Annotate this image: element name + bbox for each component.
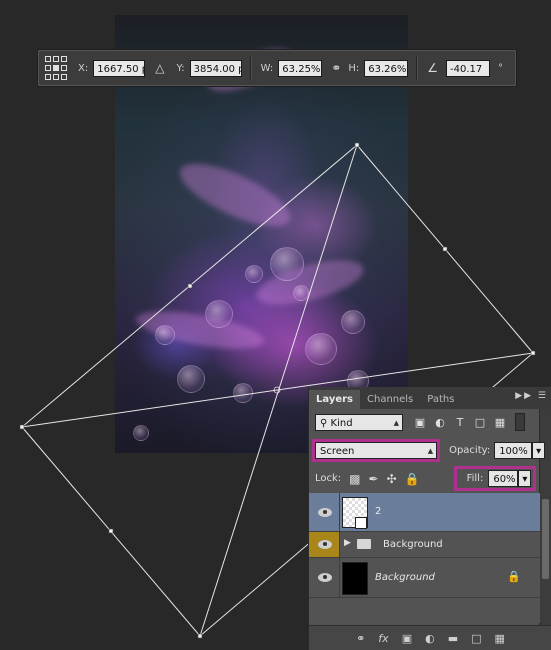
w-label: W:: [260, 62, 274, 74]
layer-row-2[interactable]: 2: [309, 493, 540, 532]
artwork-bubble: [341, 310, 365, 334]
x-position-input[interactable]: 1667.50 px: [93, 59, 146, 77]
fill-dropdown-button[interactable]: ▾: [518, 470, 532, 487]
mask-icon[interactable]: ▣: [402, 632, 412, 645]
layer-row-background[interactable]: Background 🔒: [309, 558, 540, 598]
link-layers-icon[interactable]: ⚭: [356, 632, 365, 645]
trash-icon[interactable]: ▦: [495, 632, 505, 645]
link-chain-icon[interactable]: ⚭: [331, 61, 341, 75]
adjustment-icon[interactable]: ◐: [425, 632, 435, 645]
adjustment-filter-icon[interactable]: ◐: [433, 416, 447, 429]
artwork-bubble: [305, 333, 337, 365]
layer-list: 2 ▶ Background Background 🔒: [309, 493, 540, 623]
lock-position-icon[interactable]: ✣: [387, 472, 397, 486]
tab-paths[interactable]: Paths: [420, 390, 461, 409]
visibility-toggle[interactable]: [309, 558, 340, 597]
height-input[interactable]: 63.26%: [364, 59, 409, 77]
folder-icon[interactable]: ▬: [448, 632, 458, 645]
eye-icon: [318, 540, 332, 549]
reference-point-grid-icon[interactable]: [45, 56, 67, 80]
updown-arrow-icon: ▲: [427, 447, 434, 455]
shape-filter-icon[interactable]: □: [473, 416, 487, 429]
artwork-bubble: [245, 265, 263, 283]
panel-menu-icon[interactable]: ▶▶ ☰: [515, 391, 548, 401]
filter-toggle[interactable]: [515, 413, 525, 431]
transform-handle-bottom-left: [108, 528, 114, 534]
opacity-label: Opacity:: [449, 445, 491, 456]
new-layer-icon[interactable]: □: [471, 632, 481, 645]
lock-label: Lock:: [315, 473, 342, 484]
blend-mode-dropdown[interactable]: Screen ▲: [311, 439, 441, 462]
image-filter-icon[interactable]: ▣: [413, 416, 427, 429]
transform-handle-bottom: [197, 633, 203, 639]
panel-tab-bar: Layers Channels Paths ▶▶ ☰: [309, 387, 551, 409]
visibility-toggle[interactable]: [309, 532, 340, 557]
transform-handle-right: [530, 350, 536, 356]
degree-symbol: °: [498, 62, 504, 74]
fill-label: Fill:: [466, 473, 484, 484]
delta-triangle-icon[interactable]: △: [155, 61, 164, 75]
x-label: X:: [78, 62, 89, 74]
layer-name[interactable]: Background: [375, 572, 435, 583]
opacity-dropdown-button[interactable]: ▾: [532, 442, 545, 459]
tab-channels[interactable]: Channels: [360, 390, 420, 409]
layer-name[interactable]: 2: [375, 506, 381, 517]
layers-panel: Layers Channels Paths ▶▶ ☰ ⚲ Kind ▲ ▣ ◐ …: [308, 387, 551, 650]
artwork-streak: [172, 151, 298, 239]
artwork-bubble: [293, 285, 309, 301]
scrollbar-thumb[interactable]: [542, 499, 549, 579]
search-icon: ⚲: [320, 417, 328, 429]
artwork-bubble: [155, 325, 175, 345]
filter-kind-dropdown[interactable]: ⚲ Kind ▲: [315, 413, 403, 431]
angle-icon: ∠: [427, 61, 439, 75]
artwork-bubble: [233, 383, 253, 403]
transform-handle-top-right: [442, 246, 448, 252]
smart-object-badge-icon: [355, 517, 367, 529]
layer-name[interactable]: Background: [383, 539, 443, 550]
layer-thumbnail: [342, 562, 368, 595]
h-label: H:: [348, 62, 360, 74]
fill-input[interactable]: 60%: [488, 470, 519, 487]
fill-control: Fill: 60% ▾: [453, 466, 537, 491]
smart-object-filter-icon[interactable]: ▦: [493, 416, 507, 429]
transform-options-bar: X: 1667.50 px △ Y: 3854.00 px W: 63.25% …: [37, 49, 517, 87]
blend-row: Screen ▲ Opacity: 100% ▾: [311, 439, 545, 462]
artwork-bubble: [133, 425, 149, 441]
options-separator: [416, 56, 419, 80]
artwork-bubble: [270, 247, 304, 281]
layers-panel-footer: ⚭ fx ▣ ◐ ▬ □ ▦: [309, 625, 551, 650]
blend-mode-value: Screen: [320, 446, 355, 457]
transform-handle-left: [19, 424, 25, 430]
eye-icon: [318, 573, 332, 582]
folder-icon: [357, 539, 371, 549]
type-filter-icon[interactable]: T: [453, 416, 467, 429]
tab-layers[interactable]: Layers: [309, 390, 360, 409]
lock-transparent-pixels-icon[interactable]: ▩: [349, 472, 360, 486]
lock-fill-row: Lock: ▩ ✒ ✣ 🔒 Fill: 60% ▾: [315, 466, 545, 491]
artwork-streak: [133, 303, 267, 357]
artwork-bubble: [205, 300, 233, 328]
layer-row-background-group[interactable]: ▶ Background: [309, 532, 540, 558]
layer-filter-row: ⚲ Kind ▲ ▣ ◐ T □ ▦: [315, 413, 545, 431]
width-input[interactable]: 63.25%: [278, 59, 323, 77]
lock-image-pixels-icon[interactable]: ✒: [369, 472, 379, 486]
lock-all-icon[interactable]: 🔒: [405, 472, 420, 486]
filter-kind-label: Kind: [330, 417, 353, 429]
y-label: Y:: [176, 62, 185, 74]
opacity-input[interactable]: 100%: [494, 442, 533, 459]
lock-icon: 🔒: [507, 570, 521, 583]
updown-arrow-icon: ▲: [393, 418, 399, 427]
eye-icon: [318, 508, 332, 517]
artwork-bubble: [177, 365, 205, 393]
rotation-angle-input[interactable]: -40.17: [446, 59, 491, 77]
expand-triangle-icon[interactable]: ▶: [344, 538, 351, 548]
options-separator: [249, 56, 252, 80]
y-position-input[interactable]: 3854.00 px: [189, 59, 242, 77]
fx-icon[interactable]: fx: [378, 632, 388, 645]
visibility-toggle[interactable]: [309, 493, 340, 531]
